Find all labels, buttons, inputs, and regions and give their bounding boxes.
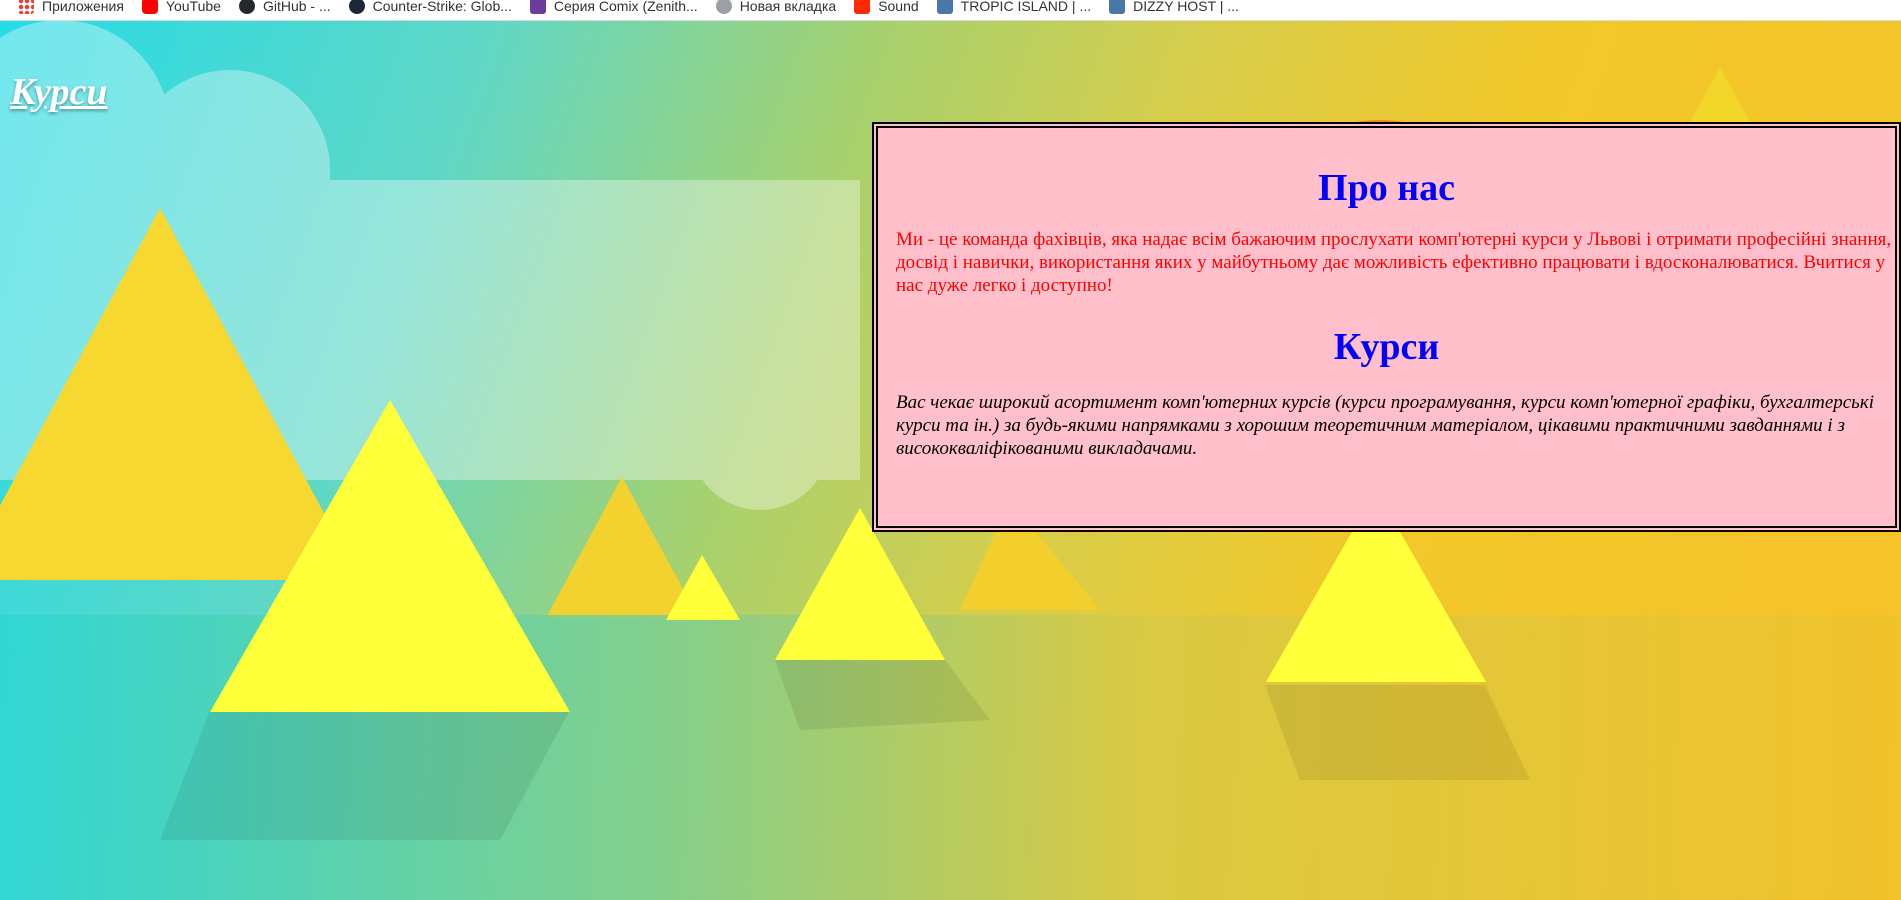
bookmark-sound[interactable]: Sound: [854, 0, 919, 14]
sound-icon: [854, 0, 871, 14]
new-tab-icon: [715, 0, 732, 14]
steam-icon: [348, 0, 365, 14]
bookmark-dizzy-host[interactable]: DIZZY HOST | ...: [1109, 0, 1239, 14]
bookmark-github[interactable]: GitHub - ...: [238, 0, 331, 14]
bookmark-comix[interactable]: Серия Comix (Zenith...: [529, 0, 698, 14]
site-title-link[interactable]: Курси: [10, 70, 108, 114]
courses-heading: Курси: [1333, 326, 1440, 368]
content-panel: Про нас Ми - це команда фахівців, яка на…: [872, 122, 1901, 532]
bookmark-tropic-island[interactable]: TROPIC ISLAND | ...: [936, 0, 1091, 14]
apps-icon: [18, 0, 34, 14]
bookmark-youtube[interactable]: YouTube: [141, 0, 221, 14]
bookmark-apps[interactable]: Приложения: [18, 0, 124, 14]
book-icon: [529, 0, 546, 14]
about-text: Ми - це команда фахівців, яка надає всім…: [896, 229, 1892, 296]
about-heading: Про нас: [1318, 167, 1455, 209]
youtube-icon: [141, 0, 158, 14]
bookmark-new-tab[interactable]: Новая вкладка: [715, 0, 836, 14]
vk-icon: [936, 0, 953, 14]
bookmarks-bar: Приложения YouTube GitHub - ... Counter-…: [0, 0, 1901, 21]
vk-icon: [1109, 0, 1126, 14]
github-icon: [238, 0, 255, 14]
bookmark-counter-strike[interactable]: Counter-Strike: Glob...: [348, 0, 512, 14]
courses-text: Вас чекає широкий асортимент комп'ютерни…: [896, 392, 1874, 459]
